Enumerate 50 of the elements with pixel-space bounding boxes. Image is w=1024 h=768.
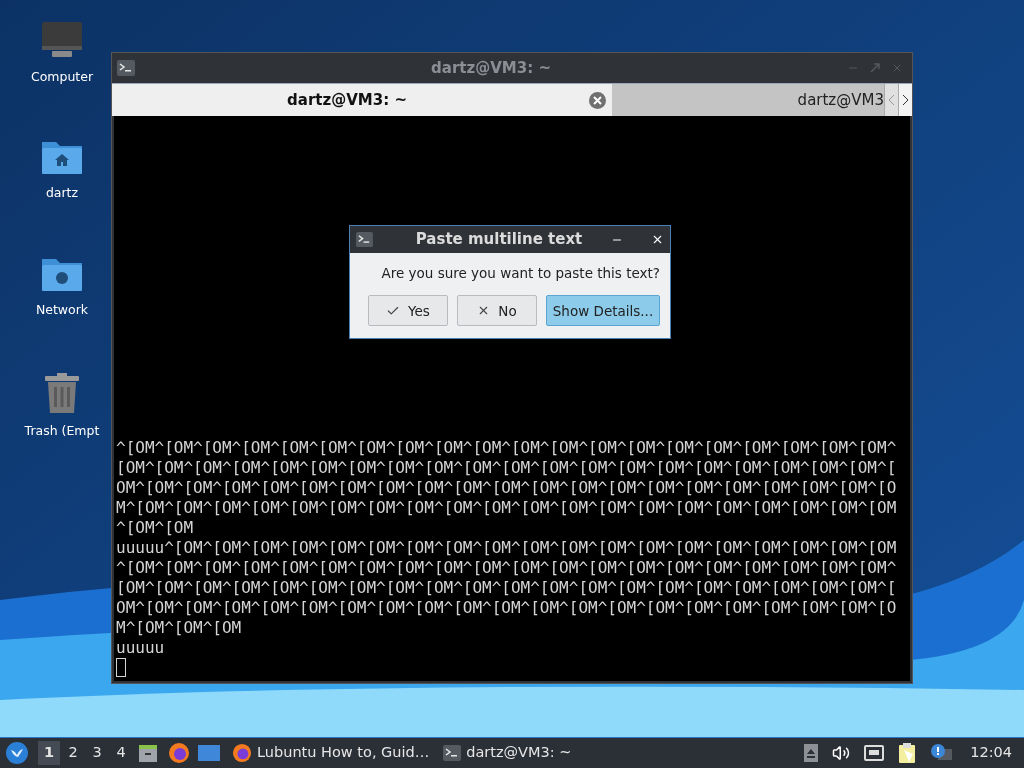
eject-icon[interactable] [804,744,819,762]
terminal-icon [117,60,135,76]
speaker-icon[interactable] [832,744,851,762]
terminal-line: M^[OM^[OM^[OM^[OM^[OM^[OM^[OM^[OM^[OM^[OM^[OM^[OM^[OM^[OM^[OM^[OM^[OM^[OM^[OM^[OM [116,498,897,518]
terminal-icon [443,745,462,761]
notification-icon[interactable] [930,744,953,762]
firefox-icon [232,743,252,763]
show-details-button[interactable]: Show Details... [546,295,660,327]
dialog-title: Paste multiline text [414,229,584,251]
workspace-button[interactable]: 1 [38,741,60,765]
window-title: dartz@VM3: ~ [430,57,552,79]
network-icon[interactable] [864,745,885,761]
desktop-icon-label[interactable]: Trash (Empt [24,422,100,441]
terminal-cursor [116,658,126,677]
terminal-line: M^[OM^[OM^[OM [116,618,242,638]
terminal-line: OM^[OM^[OM^[OM^[OM^[OM^[OM^[OM^[OM^[OM^[OM^[OM^[OM^[OM^[OM^[OM^[OM^[OM^[OM^[OM^[O [116,478,897,498]
desktop-icon-label[interactable]: dartz [45,184,79,203]
monitor-icon [40,20,84,60]
firefox-icon[interactable] [168,742,190,764]
no-button[interactable]: No [457,295,537,327]
workspace-button[interactable]: 2 [62,741,84,765]
dialog-message: Are you sure you want to paste this text? [381,264,660,283]
taskbar-task-button[interactable]: dartz@VM3: ~ [441,740,574,766]
file-manager-icon[interactable] [138,743,158,763]
start-menu-icon[interactable] [6,742,28,764]
yes-button[interactable]: Yes [368,295,448,327]
terminal-line: ^[OM^[OM^[OM^[OM^[OM^[OM^[OM^[OM^[OM^[OM^[OM^[OM^[OM^[OM^[OM^[OM^[OM^[OM^[OM^[OM^ [116,438,897,458]
terminal-line: [OM^[OM^[OM^[OM^[OM^[OM^[OM^[OM^[OM^[OM^[OM^[OM^[OM^[OM^[OM^[OM^[OM^[OM^[OM^[OM^[ [116,458,897,478]
terminal-line: OM^[OM^[OM^[OM^[OM^[OM^[OM^[OM^[OM^[OM^[OM^[OM^[OM^[OM^[OM^[OM^[OM^[OM^[OM^[OM^[O [116,598,897,618]
close-icon[interactable] [651,233,664,246]
chevron-right-icon [902,94,909,106]
workspace-button[interactable]: 4 [110,741,132,765]
taskbar-task-button[interactable]: Lubuntu How to, Guid… [230,740,432,766]
desktop-icon-label[interactable]: Computer [30,68,94,87]
terminal-line: ^[OM^[OM^[OM^[OM^[OM^[OM^[OM^[OM^[OM^[OM^[OM^[OM^[OM^[OM^[OM^[OM^[OM^[OM^[OM^[OM^ [116,558,897,578]
terminal-line: uuuuu^[OM^[OM^[OM^[OM^[OM^[OM^[OM^[OM^[OM^[OM^[OM^[OM^[OM^[OM^[OM^[OM^[OM^[OM^[OM [116,538,897,558]
workspace-button[interactable]: 3 [86,741,108,765]
trash-icon [43,372,81,414]
terminal-icon [356,232,373,247]
tab-close-icon[interactable] [589,91,606,109]
terminal-line: [OM^[OM^[OM^[OM^[OM^[OM^[OM^[OM^[OM^[OM^[OM^[OM^[OM^[OM^[OM^[OM^[OM^[OM^[OM^[OM^[ [116,578,897,598]
tab-scroll-right-button[interactable] [898,84,912,116]
terminal-tab[interactable]: dartz@VM3: ~ [112,84,612,116]
desktop-icon-label[interactable]: Network [35,301,89,320]
clock[interactable]: 12:04 [970,742,1012,764]
terminal-line: uuuuu [116,638,165,658]
clipboard-icon[interactable] [898,742,917,764]
terminal-tab[interactable]: dartz@VM3 [612,84,884,116]
chevron-left-icon [888,94,895,106]
terminal-line: ^[OM^[OM [116,518,194,538]
